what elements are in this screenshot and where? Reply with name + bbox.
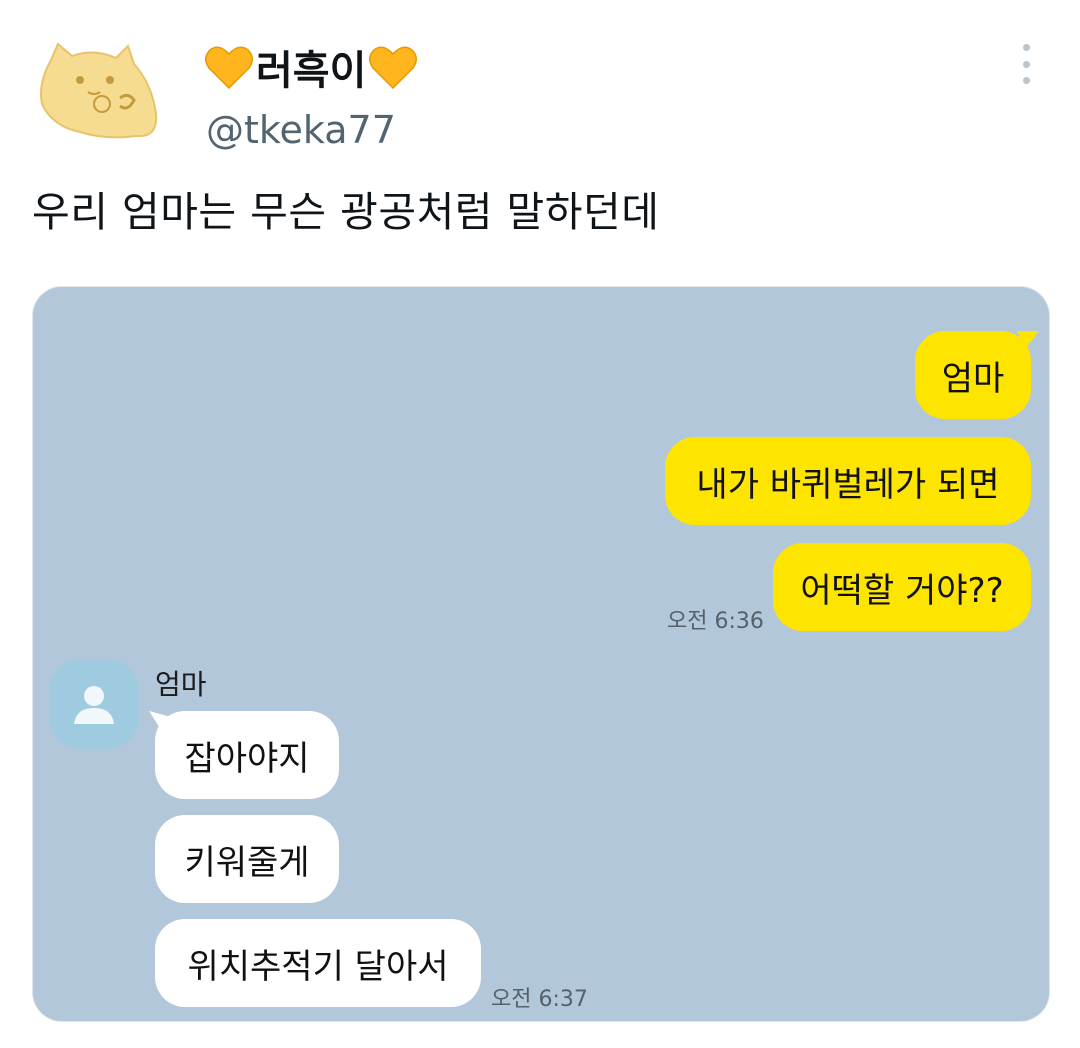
received-message-bubble: 위치추적기 달아서: [155, 919, 481, 1007]
default-profile-icon: [74, 686, 114, 724]
vertical-ellipsis-icon: [1022, 77, 1030, 84]
sent-message-bubble: 어떡할 거야??: [773, 543, 1031, 631]
received-message-bubble: 잡아야지: [155, 711, 339, 799]
sent-timestamp: 오전 6:36: [667, 609, 764, 634]
user-handle[interactable]: @tkeka77: [206, 108, 396, 152]
display-name-text: 러흑이: [256, 48, 367, 94]
yellow-heart-icon: [369, 46, 418, 90]
more-options-button[interactable]: [1012, 44, 1040, 84]
chat-screenshot-image[interactable]: 엄마 내가 바퀴벌레가 되면 어떡할 거야?? 오전 6:36 엄마 잡아야지 …: [32, 286, 1050, 1022]
user-avatar[interactable]: [36, 40, 164, 144]
yellow-heart-icon: [205, 46, 253, 90]
friend-avatar[interactable]: [49, 659, 139, 749]
vertical-ellipsis-icon: [1022, 60, 1030, 68]
received-timestamp: 오전 6:37: [491, 987, 588, 1012]
vertical-ellipsis-icon: [1022, 44, 1030, 51]
display-name[interactable]: 러흑이: [204, 38, 418, 96]
tweet-page: 러흑이 @tkeka77 우리 엄마는 무슨 광공처럼 말하던데 엄마 내가 바…: [0, 0, 1080, 1048]
tweet-text: 우리 엄마는 무슨 광공처럼 말하던데: [32, 188, 660, 236]
friend-name: 엄마: [155, 668, 207, 701]
cat-sticker-avatar-icon: [40, 42, 158, 139]
sent-message-bubble: 내가 바퀴벌레가 되면: [665, 437, 1031, 525]
received-message-bubble: 키워줄게: [155, 815, 339, 903]
bubble-tail-icon: [1017, 331, 1039, 349]
sent-message-bubble: 엄마: [915, 331, 1031, 419]
